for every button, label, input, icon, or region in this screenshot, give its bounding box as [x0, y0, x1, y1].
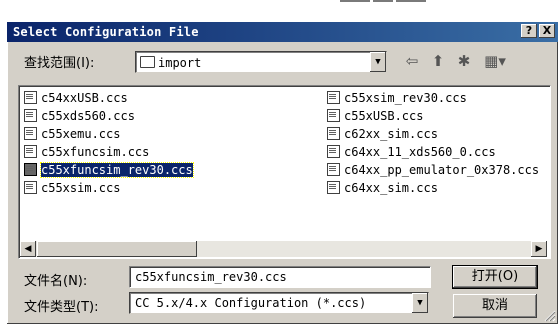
lookin-label: 查找范围(I):	[24, 56, 95, 71]
title-bar[interactable]: Select Configuration File ? X	[7, 22, 558, 42]
resize-grip-icon[interactable]	[544, 310, 556, 322]
list-item[interactable]: c55xsim_rev30.ccs	[327, 90, 467, 107]
file-icon	[24, 109, 37, 122]
list-item-selected[interactable]: c55xfuncsim_rev30.ccs	[24, 162, 194, 179]
filename-value: c55xfuncsim_rev30.ccs	[135, 270, 287, 284]
lookin-combo[interactable]: import ▼	[135, 51, 387, 73]
file-icon	[327, 109, 340, 122]
view-menu-icon[interactable]: ▦▾	[481, 52, 509, 70]
file-icon	[24, 181, 37, 194]
list-item[interactable]: c55xemu.ccs	[24, 126, 120, 143]
background-decoration	[340, 0, 460, 6]
file-icon	[327, 163, 340, 176]
open-button[interactable]: 打开(O)	[452, 265, 538, 289]
file-list[interactable]: c54xxUSB.ccs c55xds560.ccs c55xemu.ccs c…	[18, 85, 551, 259]
list-item[interactable]: c64xx_11_xds560_0.ccs	[327, 144, 496, 161]
lookin-value: import	[158, 56, 202, 70]
background-window	[0, 0, 558, 22]
file-icon	[24, 91, 37, 104]
filetype-combo[interactable]: CC 5.x/4.x Configuration (*.ccs) ▼	[129, 292, 429, 314]
lookin-dropdown-button[interactable]: ▼	[370, 52, 386, 72]
close-button[interactable]: X	[539, 24, 555, 38]
scrollbar-thumb[interactable]	[37, 241, 197, 257]
help-button[interactable]: ?	[521, 24, 537, 38]
list-item[interactable]: c55xds560.ccs	[24, 108, 135, 125]
scroll-right-icon[interactable]: ▶	[531, 241, 547, 257]
file-icon	[24, 127, 37, 140]
file-icon	[327, 91, 340, 104]
back-arrow-icon[interactable]: ⇦	[401, 52, 423, 70]
file-icon	[24, 145, 37, 158]
list-item[interactable]: c62xx_sim.ccs	[327, 126, 438, 143]
list-item[interactable]: c64xx_sim.ccs	[327, 180, 438, 197]
cancel-button[interactable]: 取消	[453, 294, 537, 318]
file-icon	[327, 127, 340, 140]
list-item[interactable]: c54xxUSB.ccs	[24, 90, 128, 107]
filetype-value: CC 5.x/4.x Configuration (*.ccs)	[135, 296, 367, 310]
list-item[interactable]: c55xsim.ccs	[24, 180, 120, 197]
list-item[interactable]: c55xUSB.ccs	[327, 108, 423, 125]
filename-label: 文件名(N):	[24, 274, 88, 289]
select-config-dialog: Select Configuration File ? X 查找范围(I): i…	[7, 22, 558, 324]
scroll-left-icon[interactable]: ◀	[20, 241, 36, 257]
horizontal-scrollbar[interactable]: ◀ ▶	[20, 241, 547, 257]
list-item[interactable]: c64xx_pp_emulator_0x378.ccs	[327, 162, 539, 179]
filetype-label: 文件类型(T):	[24, 300, 99, 315]
list-item[interactable]: c55xfuncsim.ccs	[24, 144, 149, 161]
background-edge	[0, 22, 7, 324]
file-icon	[24, 163, 37, 176]
filename-input[interactable]: c55xfuncsim_rev30.ccs	[129, 266, 431, 288]
filetype-dropdown-button[interactable]: ▼	[412, 293, 428, 313]
file-icon	[327, 181, 340, 194]
folder-icon	[140, 56, 155, 68]
new-folder-icon[interactable]: ✱	[453, 52, 475, 70]
file-icon	[327, 145, 340, 158]
window-title: Select Configuration File	[13, 25, 199, 39]
up-folder-icon[interactable]: ⬆	[427, 52, 449, 70]
